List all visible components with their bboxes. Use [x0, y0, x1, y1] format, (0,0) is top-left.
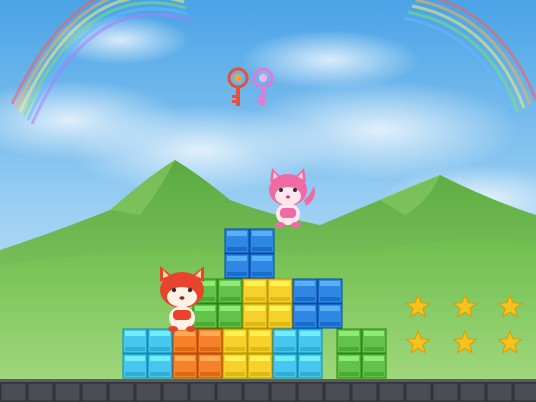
ground-tile — [351, 382, 378, 402]
tetris-block-green — [217, 303, 243, 329]
ground-tile — [108, 382, 135, 402]
tetris-block-yellow — [247, 353, 273, 379]
tetris-block-yellow — [267, 278, 293, 304]
ground-tile — [27, 382, 54, 402]
tetris-block-yellow — [222, 353, 248, 379]
ground-tile — [459, 382, 486, 402]
tetris-block-yellow — [267, 303, 293, 329]
ground-tile — [432, 382, 459, 402]
ground-tile — [135, 382, 162, 402]
tetris-block-blue — [224, 253, 250, 279]
tetris-block-cyan — [122, 328, 148, 354]
tetris-block-cyan — [297, 353, 323, 379]
tetris-block-orange — [197, 328, 223, 354]
ground-tile — [378, 382, 405, 402]
tetris-block-blue — [317, 303, 343, 329]
tetris-block-green — [217, 278, 243, 304]
tetris-block-cyan — [147, 353, 173, 379]
tetris-block-blue — [249, 228, 275, 254]
ground-tile — [189, 382, 216, 402]
tetris-block-yellow — [242, 278, 268, 304]
tetris-block-yellow — [222, 328, 248, 354]
ground-tile — [270, 382, 297, 402]
tetris-block-blue — [317, 278, 343, 304]
game-scene — [0, 0, 536, 402]
ground-tile — [297, 382, 324, 402]
game-stage[interactable] — [0, 0, 536, 402]
tetris-block-cyan — [272, 328, 298, 354]
tetris-block-green — [361, 353, 387, 379]
tetris-block-blue — [292, 278, 318, 304]
tetris-block-orange — [197, 353, 223, 379]
tetris-block-blue — [224, 228, 250, 254]
tetris-block-orange — [172, 353, 198, 379]
ground-tile — [216, 382, 243, 402]
ground-tile — [81, 382, 108, 402]
tetris-block-green — [192, 303, 218, 329]
tetris-block-cyan — [147, 328, 173, 354]
ground-tile — [486, 382, 513, 402]
ground-tile — [54, 382, 81, 402]
ground-tile — [405, 382, 432, 402]
ground-tile — [162, 382, 189, 402]
ground-tile — [513, 382, 536, 402]
tetris-block-cyan — [122, 353, 148, 379]
tetris-block-cyan — [297, 328, 323, 354]
ground-tile — [324, 382, 351, 402]
tetris-block-yellow — [242, 303, 268, 329]
tetris-block-blue — [292, 303, 318, 329]
ground-tile — [0, 382, 27, 402]
tetris-block-green — [361, 328, 387, 354]
tetris-block-blue — [249, 253, 275, 279]
tetris-block-green — [336, 328, 362, 354]
tetris-block-cyan — [272, 353, 298, 379]
tetris-block-green — [336, 353, 362, 379]
tetris-block-orange — [172, 328, 198, 354]
ground-tile — [243, 382, 270, 402]
tetris-block-yellow — [247, 328, 273, 354]
